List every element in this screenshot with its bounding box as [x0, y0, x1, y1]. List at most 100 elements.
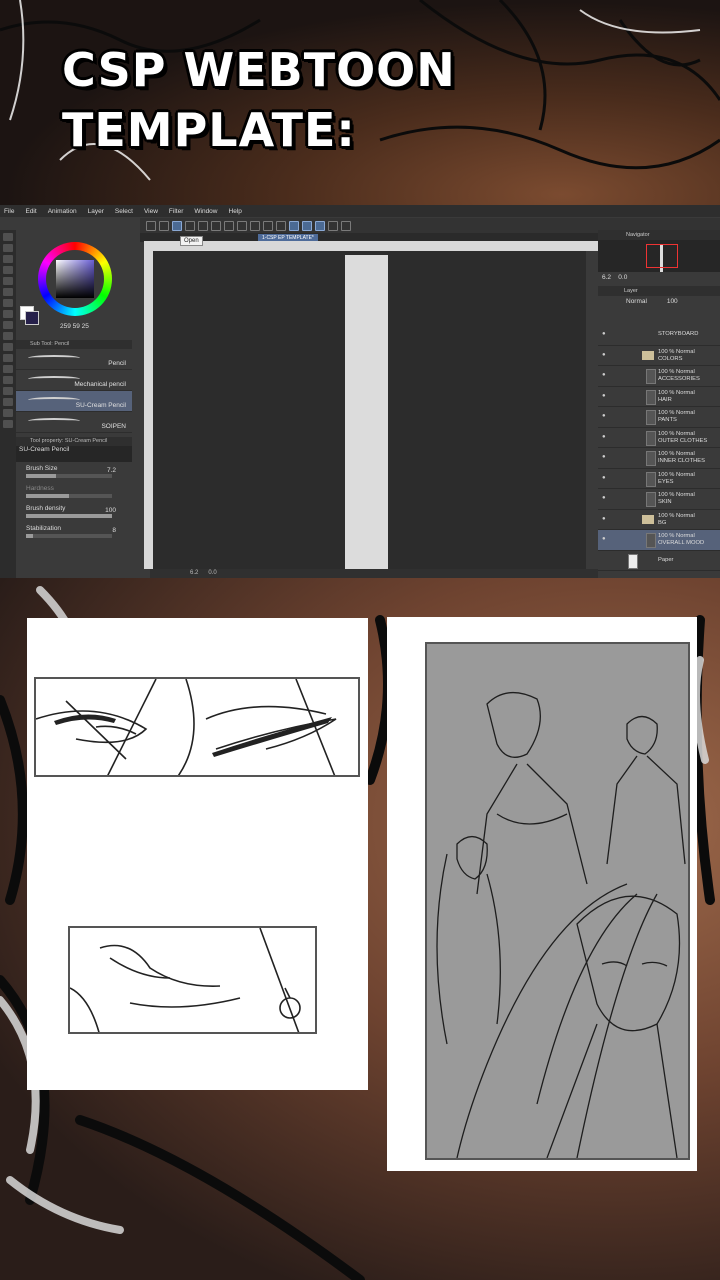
snap-ruler-icon[interactable]	[289, 220, 299, 231]
help-icon[interactable]	[341, 220, 351, 231]
layer-row[interactable]: ● 100 % Normal EYES	[598, 469, 720, 489]
property-bar[interactable]	[26, 474, 112, 478]
crop-icon[interactable]	[276, 220, 286, 231]
layer-text: 100 % Normal EYES	[658, 471, 695, 485]
save-icon[interactable]	[185, 220, 195, 231]
canvas-paper[interactable]	[345, 255, 388, 569]
main-color-swatch[interactable]	[25, 311, 39, 325]
navigator-angle[interactable]: 0.0	[618, 274, 627, 281]
blend-tool-icon[interactable]	[3, 343, 13, 351]
snap-grid-icon[interactable]	[315, 220, 325, 231]
layer-text: 100 % Normal PANTS	[658, 410, 695, 423]
layer-row[interactable]: ● 100 % Normal PANTS	[598, 407, 720, 428]
transform-icon[interactable]	[250, 220, 260, 231]
zoom-tool-icon[interactable]	[3, 233, 13, 241]
property-label: Brush density	[26, 505, 66, 512]
layer-row-selected[interactable]: ● 100 % Normal OVERALL MOOD	[598, 530, 720, 551]
eye-icon[interactable]: ●	[602, 393, 606, 400]
eye-icon[interactable]: ●	[602, 495, 606, 502]
lasso-tool-icon[interactable]	[3, 266, 13, 274]
navigator-preview[interactable]	[598, 240, 720, 272]
brush-density-slider[interactable]: Brush density 100	[16, 502, 132, 522]
home-icon[interactable]	[146, 220, 156, 231]
layer-row[interactable]: ● 100 % Normal OUTER CLOTHES	[598, 428, 720, 448]
new-file-icon[interactable]	[159, 220, 169, 231]
status-zoom[interactable]: 6.2	[190, 570, 198, 576]
eye-icon[interactable]: ●	[602, 331, 606, 338]
eraser-tool-icon[interactable]	[3, 332, 13, 340]
eye-icon[interactable]: ●	[602, 454, 606, 461]
move-tool-icon[interactable]	[3, 244, 13, 252]
eye-icon[interactable]: ●	[602, 516, 606, 523]
redo-icon[interactable]	[211, 220, 221, 231]
clear-icon[interactable]	[224, 220, 234, 231]
eye-icon[interactable]: ●	[602, 372, 606, 379]
airbrush-tool-icon[interactable]	[3, 321, 13, 329]
layer-row[interactable]: ● 100 % Normal INNER CLOTHES	[598, 448, 720, 469]
brush-size-slider[interactable]: Brush Size 7.2	[16, 462, 132, 482]
eye-icon[interactable]: ●	[602, 413, 606, 420]
brush-soipen[interactable]: SOIPEN	[16, 412, 132, 433]
brush-tool-icon[interactable]	[3, 310, 13, 318]
undo-icon[interactable]	[198, 220, 208, 231]
property-value[interactable]: 7.2	[107, 467, 116, 474]
layer-row[interactable]: ● 100 % Normal BG	[598, 510, 720, 530]
layer-text: 100 % Normal BG	[658, 512, 695, 526]
menu-animation[interactable]: Animation	[48, 208, 77, 215]
text-tool-icon[interactable]	[3, 398, 13, 406]
menu-select[interactable]: Select	[115, 208, 133, 215]
layer-toolbar	[598, 307, 720, 325]
balloon-tool-icon[interactable]	[3, 409, 13, 417]
opacity-value[interactable]: 100	[667, 298, 678, 305]
pencil-tool-icon[interactable]	[3, 299, 13, 307]
menu-file[interactable]: File	[4, 208, 14, 215]
deselect-icon[interactable]	[263, 220, 273, 231]
fill-tool-icon[interactable]	[3, 354, 13, 362]
pen-tool-icon[interactable]	[3, 288, 13, 296]
blend-mode-select[interactable]: Normal	[626, 298, 647, 305]
property-value[interactable]: 100	[105, 507, 116, 514]
correct-line-tool-icon[interactable]	[3, 420, 13, 428]
characters-sketch	[436, 692, 686, 1158]
property-value[interactable]: 8	[112, 527, 116, 534]
eye-icon[interactable]: ●	[602, 475, 606, 482]
layer-row[interactable]: ● 100 % Normal HAIR	[598, 387, 720, 407]
brush-su-cream-pencil[interactable]: SU-Cream Pencil	[16, 391, 132, 412]
snap-special-ruler-icon[interactable]	[302, 220, 312, 231]
select-tool-icon[interactable]	[3, 255, 13, 263]
property-bar[interactable]	[26, 494, 112, 498]
title-line-2: TEMPLATE:	[62, 103, 356, 157]
menu-layer[interactable]: Layer	[88, 208, 104, 215]
menu-edit[interactable]: Edit	[25, 208, 36, 215]
hardness-slider[interactable]: Hardness	[16, 482, 132, 502]
brush-stroke-preview	[28, 397, 80, 403]
menu-window[interactable]: Window	[194, 208, 217, 215]
fill-icon[interactable]	[237, 220, 247, 231]
open-file-icon[interactable]	[172, 220, 182, 231]
menu-filter[interactable]: Filter	[169, 208, 183, 215]
settings-icon[interactable]	[328, 220, 338, 231]
layer-row[interactable]: ● 100 % Normal ACCESSORIES	[598, 366, 720, 387]
layer-row[interactable]: ● 100 % Normal SKIN	[598, 489, 720, 510]
eyedropper-tool-icon[interactable]	[3, 277, 13, 285]
stabilization-slider[interactable]: Stabilization 8	[16, 522, 132, 542]
menu-view[interactable]: View	[144, 208, 158, 215]
status-angle[interactable]: 0.0	[208, 570, 216, 576]
gradient-tool-icon[interactable]	[3, 365, 13, 373]
property-bar[interactable]	[26, 534, 112, 538]
eye-icon[interactable]: ●	[602, 434, 606, 441]
navigator-view-frame[interactable]	[646, 244, 678, 268]
property-bar[interactable]	[26, 514, 112, 518]
layer-row[interactable]: ● 100 % Normal COLORS	[598, 346, 720, 366]
layer-row[interactable]: Paper	[598, 551, 720, 571]
eye-icon[interactable]: ●	[602, 536, 606, 543]
brush-mechanical-pencil[interactable]: Mechanical pencil	[16, 370, 132, 391]
frame-tool-icon[interactable]	[3, 387, 13, 395]
menu-help[interactable]: Help	[229, 208, 242, 215]
figure-tool-icon[interactable]	[3, 376, 13, 384]
navigator-zoom[interactable]: 6.2	[602, 274, 611, 281]
layer-row[interactable]: ● STORYBOARD	[598, 325, 720, 346]
brush-pencil[interactable]: Pencil	[16, 349, 132, 370]
color-square[interactable]	[56, 260, 94, 298]
eye-icon[interactable]: ●	[602, 352, 606, 359]
